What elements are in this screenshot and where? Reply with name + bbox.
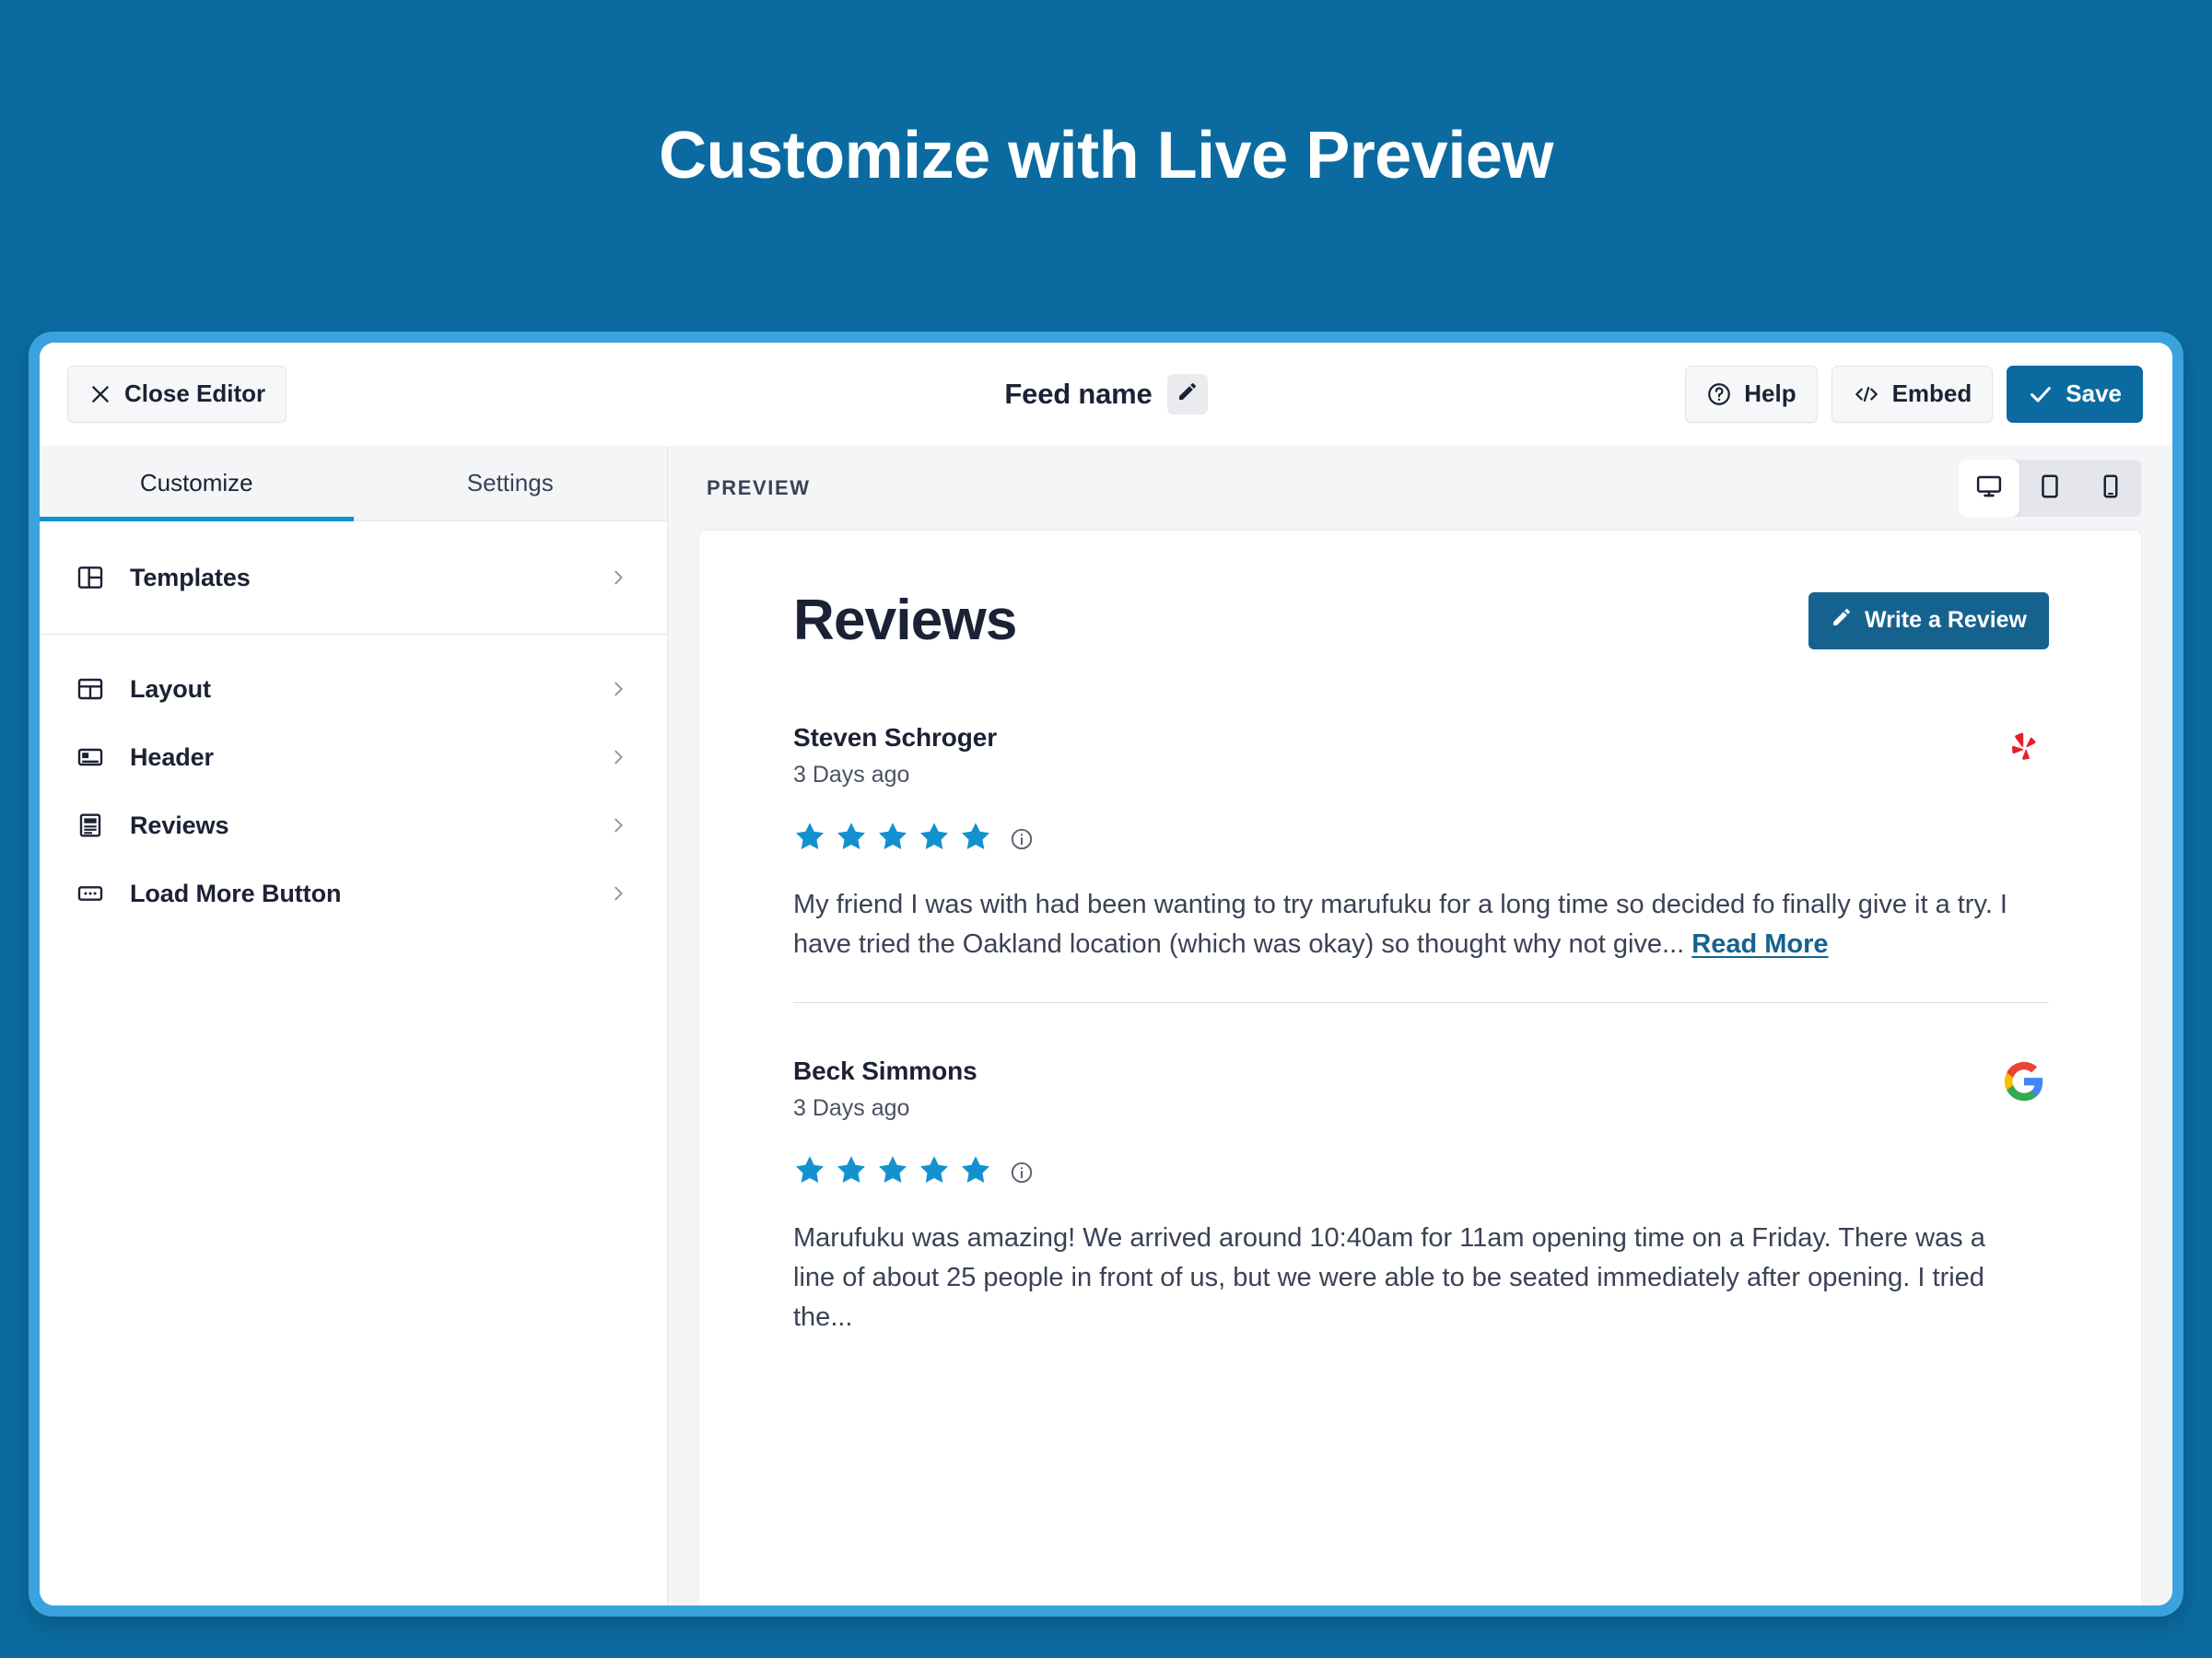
star-icon xyxy=(793,820,826,858)
feed-name-label: Feed name xyxy=(1004,377,1153,410)
sidebar-item-load-more-button-label: Load More Button xyxy=(130,879,342,907)
sidebar-item-layout-label: Layout xyxy=(130,674,211,703)
preview-canvas: Reviews Write a Review Steven Schroger 3… xyxy=(699,531,2141,1605)
close-editor-label: Close Editor xyxy=(124,379,266,407)
check-icon xyxy=(2028,381,2054,407)
reviews-title: Reviews xyxy=(793,589,1017,652)
close-editor-button[interactable]: Close Editor xyxy=(67,365,287,423)
help-button[interactable]: Help xyxy=(1685,365,1818,423)
sidebar-item-templates-label: Templates xyxy=(130,563,251,591)
star-icon xyxy=(959,1153,992,1191)
reviewer-name: Beck Simmons xyxy=(793,1057,977,1086)
help-label: Help xyxy=(1744,379,1797,407)
reviews-document-icon xyxy=(75,810,106,841)
app-frame: Close Editor Feed name Help Embed Save C… xyxy=(29,332,2183,1617)
star-icon xyxy=(876,820,909,858)
star-icon xyxy=(918,1153,951,1191)
star-icon xyxy=(876,1153,909,1191)
tab-settings-label: Settings xyxy=(466,469,554,496)
close-icon xyxy=(88,382,112,406)
tab-customize-label: Customize xyxy=(139,469,253,496)
sidebar-item-templates[interactable]: Templates xyxy=(40,543,667,612)
embed-label: Embed xyxy=(1891,379,1972,407)
star-rating xyxy=(793,1153,2049,1191)
editor-topbar: Close Editor Feed name Help Embed Save xyxy=(40,343,2172,446)
chevron-right-icon xyxy=(608,815,628,835)
star-rating xyxy=(793,820,2049,858)
device-tablet-button[interactable] xyxy=(2019,460,2080,517)
review-date: 3 Days ago xyxy=(793,762,910,788)
sidebar-tabs: Customize Settings xyxy=(40,446,667,521)
review-header: Beck Simmons 3 Days ago xyxy=(793,1057,2049,1122)
sidebar-item-header-label: Header xyxy=(130,742,214,771)
editor-sidebar: Customize Settings Templates Layout Head… xyxy=(40,446,668,1605)
write-a-review-label: Write a Review xyxy=(1864,607,2027,633)
save-label: Save xyxy=(2066,379,2122,407)
read-more-link[interactable]: Read More xyxy=(1691,929,1828,959)
star-icon xyxy=(793,1153,826,1191)
review-text: My friend I was with had been wanting to… xyxy=(793,885,2019,963)
edit-feed-name-button[interactable] xyxy=(1166,373,1208,414)
star-icon xyxy=(835,1153,868,1191)
mobile-icon xyxy=(2097,473,2124,505)
pencil-icon xyxy=(1176,380,1199,407)
chevron-right-icon xyxy=(608,883,628,904)
sidebar-item-reviews[interactable]: Reviews xyxy=(40,791,667,859)
yelp-logo-icon xyxy=(1999,723,2049,773)
topbar-actions: Help Embed Save xyxy=(1685,365,2143,423)
chevron-right-icon xyxy=(608,747,628,767)
star-icon xyxy=(835,820,868,858)
page-title: Customize with Live Preview xyxy=(659,119,1553,193)
load-more-button-icon xyxy=(75,878,106,909)
review-card: Steven Schroger 3 Days ago My friend I w… xyxy=(793,723,2049,1004)
header-icon xyxy=(75,741,106,773)
sidebar-group-sections: Layout Header Reviews Load More Button xyxy=(40,635,667,950)
device-toggle-group xyxy=(1959,460,2141,517)
editor-body: Customize Settings Templates Layout Head… xyxy=(40,446,2172,1605)
sidebar-item-reviews-label: Reviews xyxy=(130,811,229,839)
reviewer-info: Steven Schroger 3 Days ago xyxy=(793,723,997,788)
rating-info-icon[interactable] xyxy=(1010,1161,1034,1185)
write-a-review-button[interactable]: Write a Review xyxy=(1808,591,2049,649)
chevron-right-icon xyxy=(608,679,628,699)
tab-settings[interactable]: Settings xyxy=(354,446,668,520)
review-text: Marufuku was amazing! We arrived around … xyxy=(793,1219,2019,1337)
sidebar-item-load-more-button[interactable]: Load More Button xyxy=(40,859,667,928)
desktop-icon xyxy=(1975,473,2003,505)
question-circle-icon xyxy=(1706,381,1732,407)
review-body: Marufuku was amazing! We arrived around … xyxy=(793,1223,1985,1332)
code-brackets-icon xyxy=(1853,382,1880,406)
device-desktop-button[interactable] xyxy=(1959,460,2019,517)
save-button[interactable]: Save xyxy=(2007,365,2143,423)
star-icon xyxy=(959,820,992,858)
review-header: Steven Schroger 3 Days ago xyxy=(793,723,2049,788)
embed-button[interactable]: Embed xyxy=(1831,365,1994,423)
star-icon xyxy=(918,820,951,858)
reviewer-name: Steven Schroger xyxy=(793,723,998,752)
device-mobile-button[interactable] xyxy=(2080,460,2141,517)
tab-customize[interactable]: Customize xyxy=(40,446,354,521)
google-logo-icon xyxy=(1999,1057,2049,1106)
preview-pane: PREVIEW Reviews Write a Review Steven Sc… xyxy=(668,446,2172,1605)
pencil-icon xyxy=(1831,606,1853,635)
sidebar-item-header[interactable]: Header xyxy=(40,723,667,791)
layout-grid-icon xyxy=(75,673,106,705)
tablet-icon xyxy=(2036,473,2064,505)
preview-toolbar: PREVIEW xyxy=(668,446,2172,531)
sidebar-group-templates: Templates xyxy=(40,521,667,635)
reviewer-info: Beck Simmons 3 Days ago xyxy=(793,1057,977,1122)
templates-icon xyxy=(75,562,106,593)
review-date: 3 Days ago xyxy=(793,1095,910,1122)
app-window: Close Editor Feed name Help Embed Save C… xyxy=(40,343,2172,1605)
review-card: Beck Simmons 3 Days ago Marufuku was ama… xyxy=(793,1003,2049,1375)
chevron-right-icon xyxy=(608,567,628,588)
rating-info-icon[interactable] xyxy=(1010,827,1034,851)
reviews-header: Reviews Write a Review xyxy=(793,588,2049,653)
preview-label: PREVIEW xyxy=(707,476,811,499)
sidebar-item-layout[interactable]: Layout xyxy=(40,655,667,723)
